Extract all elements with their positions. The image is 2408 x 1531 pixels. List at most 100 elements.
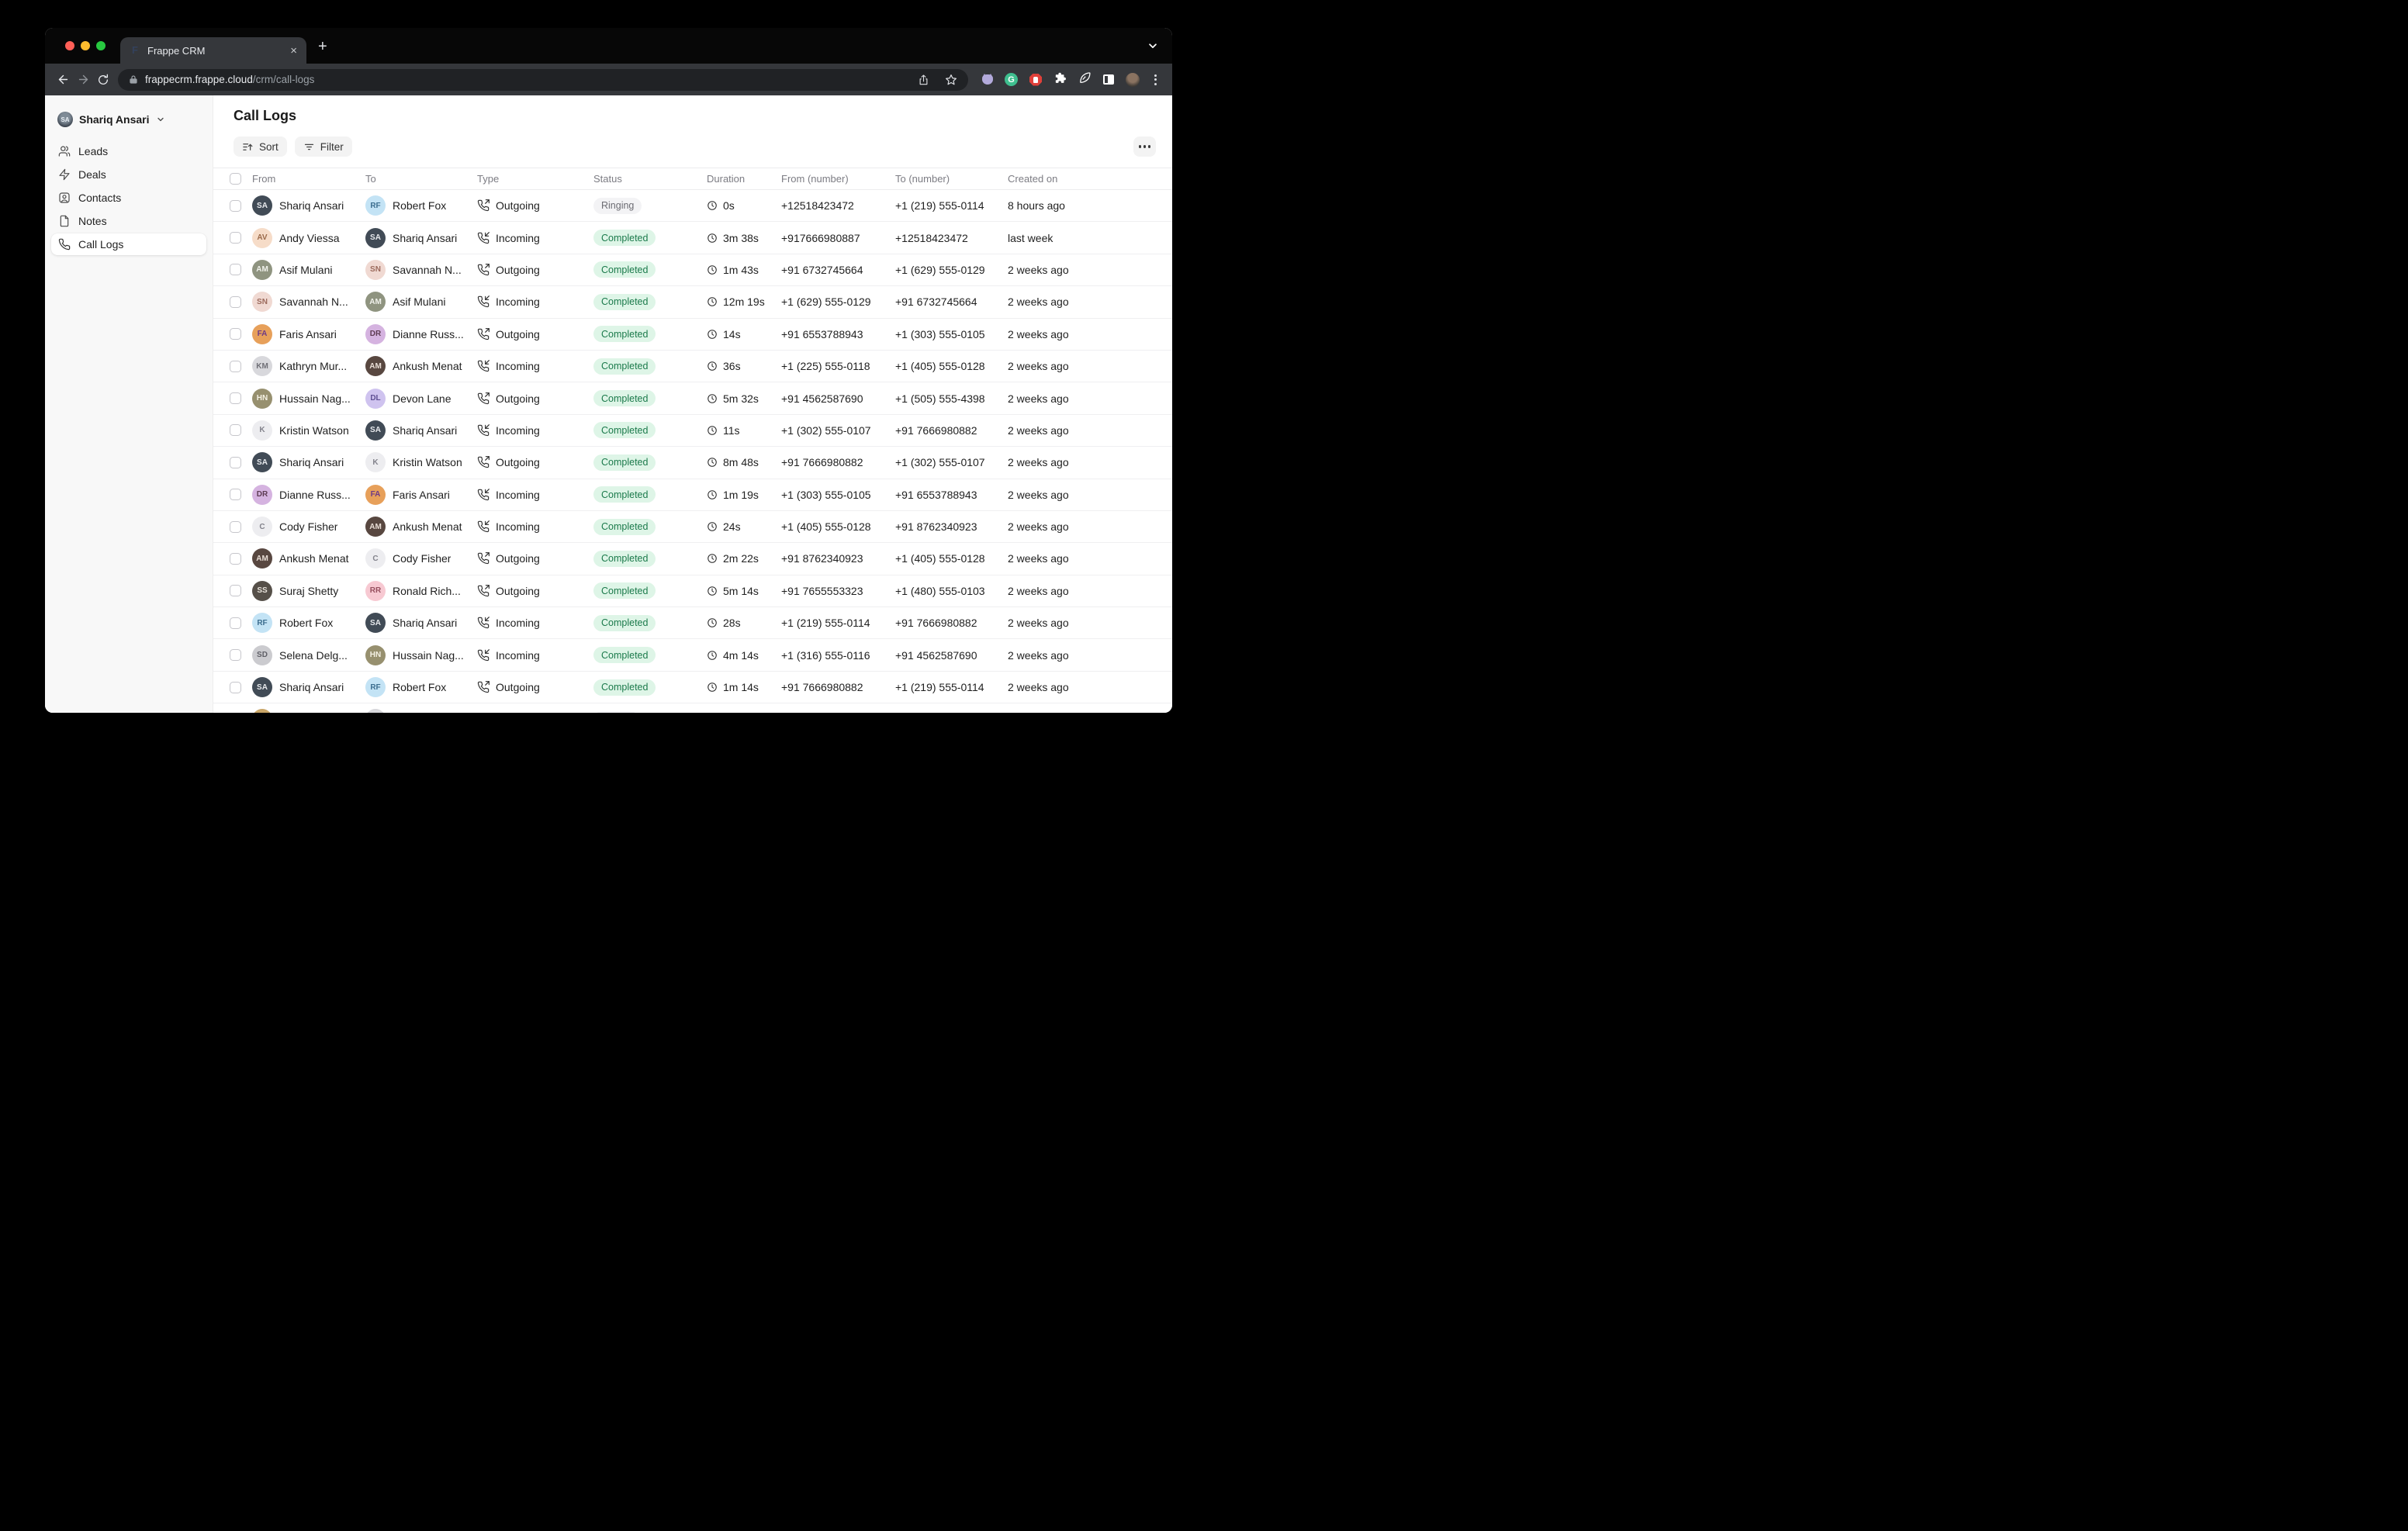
table-row[interactable]: AM Ankush Menat C Cody Fisher Outgoing C… bbox=[213, 543, 1172, 575]
sidebar-item-leads[interactable]: Leads bbox=[51, 140, 206, 162]
type-label: Outgoing bbox=[496, 681, 540, 693]
duration-value: 8m 48s bbox=[723, 456, 759, 468]
sort-button[interactable]: Sort bbox=[234, 137, 287, 157]
table-row[interactable]: AM Asif Mulani SN Savannah N... Outgoing… bbox=[213, 254, 1172, 286]
column-header-to-number[interactable]: To (number) bbox=[895, 173, 1008, 185]
column-header-from-number[interactable]: From (number) bbox=[781, 173, 895, 185]
column-header-duration[interactable]: Duration bbox=[707, 173, 781, 185]
leaf-extension-icon[interactable] bbox=[1078, 71, 1092, 88]
share-icon[interactable] bbox=[918, 74, 929, 86]
clock-icon bbox=[707, 200, 718, 211]
table-row[interactable]: HN Hussain Nag... DL Devon Lane Outgoing… bbox=[213, 382, 1172, 414]
purple-cat-extension-icon[interactable] bbox=[982, 74, 993, 85]
status-badge: Completed bbox=[593, 358, 656, 375]
row-checkbox[interactable] bbox=[230, 521, 241, 533]
row-checkbox[interactable] bbox=[230, 232, 241, 244]
table-row[interactable]: K Kristin Watson SA Shariq Ansari Incomi… bbox=[213, 415, 1172, 447]
grammarly-extension-icon[interactable]: G bbox=[1005, 73, 1018, 86]
to-name: Hussain Nag... bbox=[393, 649, 464, 662]
tab-close-icon[interactable]: × bbox=[290, 45, 297, 57]
from-number: +91 7666980882 bbox=[781, 681, 895, 693]
type-cell: Incoming bbox=[477, 232, 593, 244]
table-row[interactable]: SA Shariq Ansari RF Robert Fox Outgoing … bbox=[213, 190, 1172, 222]
app-content: SA Shariq Ansari Leads Deals Contacts bbox=[45, 95, 1172, 713]
sidebar-item-contacts[interactable]: Contacts bbox=[51, 187, 206, 209]
table-row[interactable]: KM Kathryn Mur... AM Ankush Menat Incomi… bbox=[213, 351, 1172, 382]
row-checkbox[interactable] bbox=[230, 553, 241, 565]
table-row[interactable]: C Cody Fisher AM Ankush Menat Incoming C… bbox=[213, 511, 1172, 543]
table-row[interactable]: SA Shariq Ansari K Kristin Watson Outgoi… bbox=[213, 447, 1172, 479]
tab-title: Frappe CRM bbox=[147, 45, 290, 57]
sidebar-item-deals[interactable]: Deals bbox=[51, 164, 206, 185]
table-row[interactable]: DR Dianne Russ... FA Faris Ansari Incomi… bbox=[213, 479, 1172, 511]
table-row[interactable]: RF Robert Fox SA Shariq Ansari Incoming … bbox=[213, 607, 1172, 639]
browser-menu-icon[interactable] bbox=[1151, 74, 1160, 85]
tab-search-chevron-icon[interactable] bbox=[1147, 40, 1158, 55]
zap-icon bbox=[58, 168, 71, 181]
table-row[interactable]: FA Faris Ansari DR Dianne Russ... Outgoi… bbox=[213, 319, 1172, 351]
to-number: +91 4562587690 bbox=[895, 649, 1008, 662]
filter-button[interactable]: Filter bbox=[295, 137, 352, 157]
column-header-status[interactable]: Status bbox=[593, 173, 707, 185]
column-header-type[interactable]: Type bbox=[477, 173, 593, 185]
status-badge: Completed bbox=[593, 551, 656, 567]
row-checkbox[interactable] bbox=[230, 296, 241, 308]
row-checkbox[interactable] bbox=[230, 328, 241, 340]
sidebar-item-call-logs[interactable]: Call Logs bbox=[51, 233, 206, 255]
row-checkbox[interactable] bbox=[230, 585, 241, 596]
outgoing-call-icon bbox=[477, 392, 490, 405]
to-number: +91 6732745664 bbox=[895, 295, 1008, 308]
table-row[interactable]: SS Suraj Shetty RR Ronald Rich... Outgoi… bbox=[213, 575, 1172, 607]
to-cell: RR Ronald Rich... bbox=[365, 581, 477, 601]
side-panel-icon[interactable] bbox=[1103, 74, 1114, 85]
users-icon bbox=[58, 145, 71, 157]
select-all-checkbox[interactable] bbox=[230, 173, 241, 185]
forward-button[interactable] bbox=[73, 70, 93, 90]
from-name: Savannah N... bbox=[279, 295, 348, 308]
row-checkbox[interactable] bbox=[230, 264, 241, 275]
from-avatar: HN bbox=[252, 389, 272, 409]
extensions-puzzle-icon[interactable] bbox=[1054, 71, 1067, 88]
adblock-extension-icon[interactable] bbox=[1029, 74, 1042, 86]
row-checkbox[interactable] bbox=[230, 489, 241, 500]
more-options-button[interactable] bbox=[1133, 137, 1156, 157]
browser-profile-avatar[interactable] bbox=[1126, 73, 1140, 87]
user-dropdown[interactable]: SA Shariq Ansari bbox=[57, 110, 205, 129]
back-button[interactable] bbox=[53, 70, 73, 90]
sort-label: Sort bbox=[259, 141, 279, 153]
column-header-from[interactable]: From bbox=[252, 173, 365, 185]
to-number: +1 (219) 555-0114 bbox=[895, 199, 1008, 212]
maximize-window-button[interactable] bbox=[96, 41, 106, 50]
row-checkbox[interactable] bbox=[230, 617, 241, 629]
minimize-window-button[interactable] bbox=[81, 41, 90, 50]
row-checkbox[interactable] bbox=[230, 361, 241, 372]
close-window-button[interactable] bbox=[65, 41, 74, 50]
table-row[interactable]: AV Andy Viessa SA Shariq Ansari Incoming… bbox=[213, 222, 1172, 254]
address-bar[interactable]: frappecrm.frappe.cloud/crm/call-logs bbox=[118, 69, 968, 91]
from-avatar: RF bbox=[252, 613, 272, 633]
from-cell: AM Ankush Menat bbox=[252, 548, 365, 569]
sidebar-item-notes[interactable]: Notes bbox=[51, 210, 206, 232]
refresh-button[interactable] bbox=[93, 70, 113, 90]
outgoing-call-icon bbox=[477, 585, 490, 597]
to-name: Devon Lane bbox=[393, 392, 452, 405]
row-checkbox[interactable] bbox=[230, 682, 241, 693]
table-row[interactable]: SN Savannah N... AM Asif Mulani Incoming… bbox=[213, 286, 1172, 318]
column-header-to[interactable]: To bbox=[365, 173, 477, 185]
table-row[interactable] bbox=[213, 703, 1172, 713]
browser-tab[interactable]: F Frappe CRM × bbox=[120, 37, 306, 64]
bookmark-star-icon[interactable] bbox=[945, 74, 957, 86]
from-name: Shariq Ansari bbox=[279, 681, 344, 693]
new-tab-button[interactable]: + bbox=[318, 39, 327, 54]
row-checkbox[interactable] bbox=[230, 424, 241, 436]
to-avatar: AM bbox=[365, 292, 386, 312]
duration-value: 2m 22s bbox=[723, 552, 759, 565]
row-checkbox[interactable] bbox=[230, 200, 241, 212]
list-actions: Sort Filter bbox=[234, 137, 1156, 157]
table-row[interactable]: SD Selena Delg... HN Hussain Nag... Inco… bbox=[213, 639, 1172, 671]
table-row[interactable]: SA Shariq Ansari RF Robert Fox Outgoing … bbox=[213, 672, 1172, 703]
column-header-created-on[interactable]: Created on bbox=[1008, 173, 1172, 185]
row-checkbox[interactable] bbox=[230, 392, 241, 404]
row-checkbox[interactable] bbox=[230, 649, 241, 661]
row-checkbox[interactable] bbox=[230, 457, 241, 468]
